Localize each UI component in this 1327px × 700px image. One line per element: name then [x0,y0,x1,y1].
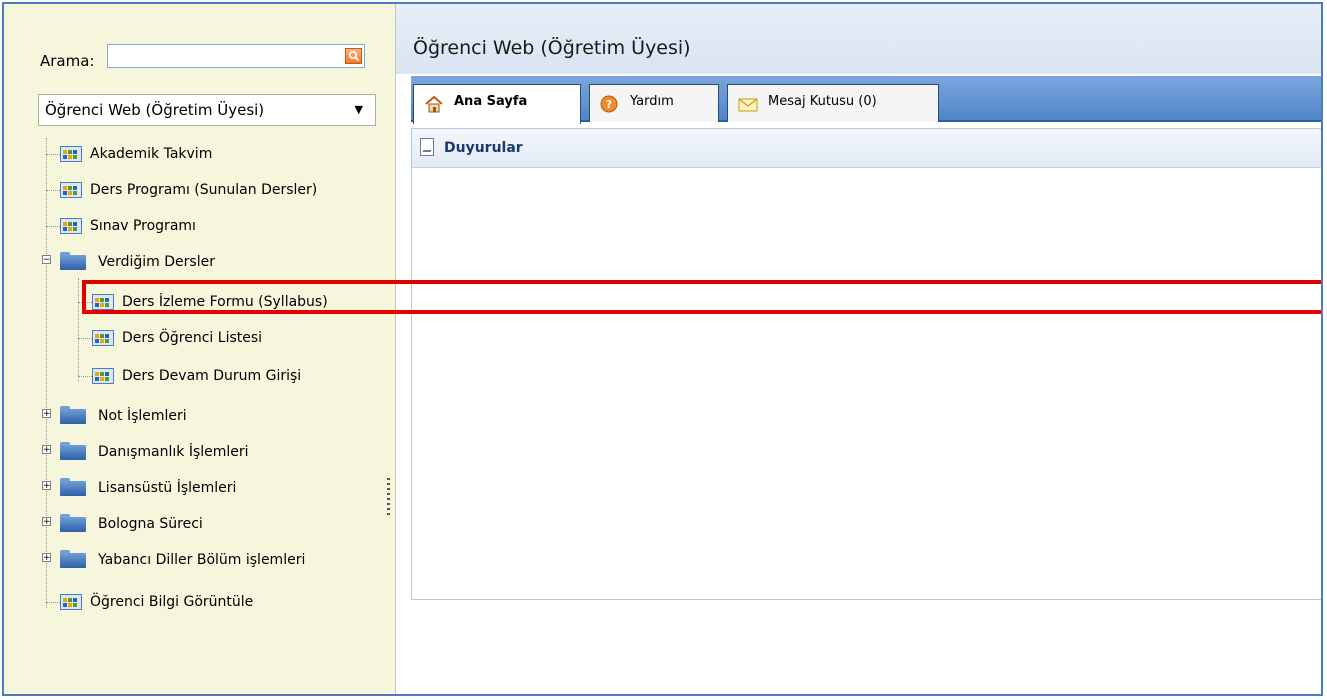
tree-item-ders-devam-durum[interactable]: Ders Devam Durum Girişi [92,364,301,388]
folder-icon [60,406,92,425]
expand-icon[interactable]: + [42,517,51,527]
calendar-grid-icon [92,367,116,385]
tree-item-label: Not İşlemleri [98,408,187,424]
chevron-down-icon[interactable]: ▼ [355,95,363,125]
tree-folder-bologna[interactable]: Bologna Süreci [60,512,203,536]
module-select-value: Öğrenci Web (Öğretim Üyesi) [45,101,265,119]
search-icon [348,50,360,62]
folder-icon [60,514,92,533]
tree-item-label: Danışmanlık İşlemleri [98,444,249,460]
sidebar: Arama: Öğrenci Web (Öğretim Üyesi) ▼ Aka… [4,4,396,694]
search-label: Arama: [40,52,95,70]
search-input[interactable] [107,44,365,68]
tree-item-sinav-programi[interactable]: Sınav Programı [60,214,196,238]
duyurular-panel: Duyurular [411,128,1321,600]
mail-icon [738,93,758,111]
tree-item-ders-programi[interactable]: Ders Programı (Sunulan Dersler) [60,178,317,202]
tab-label: Mesaj Kutusu (0) [768,94,877,109]
calendar-grid-icon [60,217,84,235]
panel-title: Duyurular [444,140,523,156]
folder-icon [60,442,92,461]
tree-item-label: Lisansüstü İşlemleri [98,480,237,496]
tree-folder-lisansustu[interactable]: Lisansüstü İşlemleri [60,476,236,500]
tab-ana-sayfa[interactable]: Ana Sayfa [413,84,581,124]
tree-item-label: Ders İzleme Formu (Syllabus) [122,294,328,310]
tree-item-label: Akademik Takvim [90,146,213,162]
search-button[interactable] [345,48,362,64]
tree-item-label: Bologna Süreci [98,516,203,532]
folder-icon [60,252,92,271]
calendar-grid-icon [60,593,84,611]
panel-header: Duyurular [412,129,1321,168]
tree-connector [78,278,79,382]
tab-yardim[interactable]: ? Yardım [589,84,719,122]
app-window: Arama: Öğrenci Web (Öğretim Üyesi) ▼ Aka… [2,2,1323,696]
document-icon [420,138,434,156]
calendar-grid-icon [92,329,116,347]
expand-icon[interactable]: + [42,409,51,419]
expand-icon[interactable]: + [42,481,51,491]
folder-icon [60,478,92,497]
calendar-grid-icon [60,181,84,199]
page-title: Öğrenci Web (Öğretim Üyesi) [413,37,691,59]
tab-mesaj-kutusu[interactable]: Mesaj Kutusu (0) [727,84,939,122]
tree-item-label: Ders Öğrenci Listesi [122,330,263,346]
tree-item-label: Ders Programı (Sunulan Dersler) [90,182,318,198]
main-area: Öğrenci Web (Öğretim Üyesi) Ana Sayfa ? [396,4,1321,694]
tree-item-ders-ogrenci-listesi[interactable]: Ders Öğrenci Listesi [92,326,262,350]
tree-connector [46,138,47,608]
tree-item-label: Sınav Programı [90,218,196,234]
tree-item-label: Ders Devam Durum Girişi [122,368,302,384]
folder-icon [60,550,92,569]
tree-item-label: Öğrenci Bilgi Görüntüle [90,594,254,610]
tree-folder-danismanlik[interactable]: Danışmanlık İşlemleri [60,440,249,464]
tab-label: Ana Sayfa [454,94,528,109]
tree-item-akademik-takvim[interactable]: Akademik Takvim [60,142,212,166]
panel-splitter-handle[interactable] [387,478,390,516]
tab-label: Yardım [630,94,674,109]
tab-bar: Ana Sayfa ? Yardım Mesaj Kutusu (0) [411,76,1321,124]
module-select[interactable]: Öğrenci Web (Öğretim Üyesi) ▼ [38,94,376,126]
search-row: Arama: [4,40,395,76]
tree-item-ders-izleme-formu[interactable]: Ders İzleme Formu (Syllabus) [92,290,328,314]
tree-folder-verdigim-dersler[interactable]: Verdiğim Dersler [60,250,215,274]
app-header: Öğrenci Web (Öğretim Üyesi) [396,4,1321,74]
tree-item-ogrenci-bilgi[interactable]: Öğrenci Bilgi Görüntüle [60,590,253,614]
expand-icon[interactable]: + [42,553,51,563]
help-icon: ? [600,93,620,112]
tree-item-label: Yabancı Diller Bölüm işlemleri [98,552,306,568]
calendar-grid-icon [60,145,84,163]
home-icon [424,93,444,112]
tree-folder-not-islemleri[interactable]: Not İşlemleri [60,404,187,428]
calendar-grid-icon [92,293,116,311]
svg-text:?: ? [606,98,612,111]
tree-item-label: Verdiğim Dersler [98,254,215,270]
tree-folder-yabanci-diller[interactable]: Yabancı Diller Bölüm işlemleri [60,548,305,572]
expand-icon[interactable]: + [42,445,51,455]
collapse-icon[interactable]: − [42,255,51,265]
